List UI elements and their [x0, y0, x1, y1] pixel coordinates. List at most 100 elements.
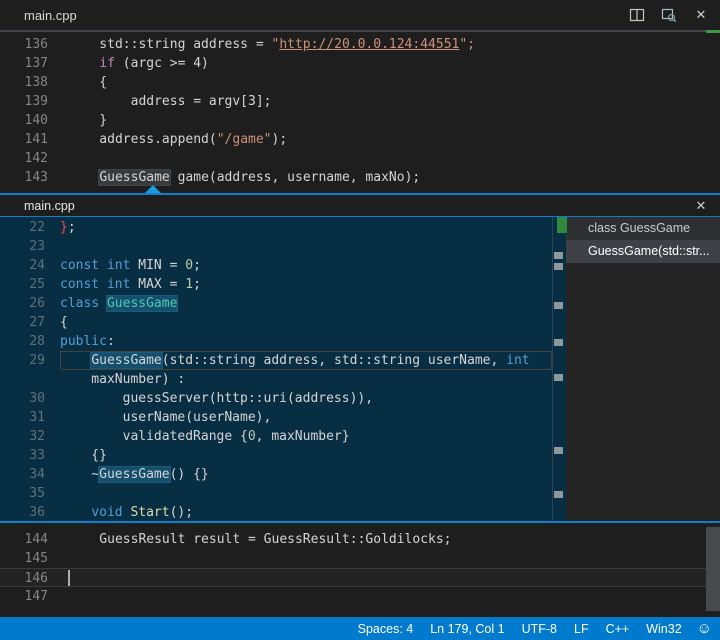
line-number[interactable]: 34 [0, 465, 45, 484]
code-line[interactable]: 141 address.append("/game"); [0, 130, 706, 149]
code-token [68, 56, 99, 71]
code-line[interactable]: 28public: [0, 332, 552, 351]
code-text: validatedRange {0, maxNumber} [60, 427, 552, 446]
code-line[interactable]: 23 [0, 237, 552, 256]
code-line[interactable]: 145 [0, 549, 706, 568]
vertical-scrollbar[interactable] [706, 527, 720, 611]
editor-lines-top[interactable]: 136 std::string address = "http://20.0.0… [0, 32, 706, 187]
line-number[interactable]: 137 [0, 54, 48, 73]
code-token [60, 353, 91, 368]
code-line[interactable]: 147 [0, 587, 706, 606]
line-number[interactable]: 25 [0, 275, 45, 294]
line-number[interactable]: 32 [0, 427, 45, 446]
line-number[interactable]: 30 [0, 389, 45, 408]
line-number[interactable]: 141 [0, 130, 48, 149]
line-number[interactable]: 27 [0, 313, 45, 332]
code-text [68, 549, 706, 568]
status-item-indentation[interactable]: Spaces: 4 [358, 622, 414, 636]
code-line[interactable]: 136 std::string address = "http://20.0.0… [0, 35, 706, 54]
line-number[interactable]: 22 [0, 218, 45, 237]
status-item-cursor-position[interactable]: Ln 179, Col 1 [430, 622, 504, 636]
code-line[interactable]: 33 {} [0, 446, 552, 465]
code-token: const [60, 277, 99, 292]
code-line[interactable]: 32 validatedRange {0, maxNumber} [0, 427, 552, 446]
line-number[interactable]: 143 [0, 168, 48, 187]
code-token: validatedRange { [60, 429, 248, 444]
split-editor-icon[interactable] [626, 4, 648, 26]
code-line[interactable]: 138 { [0, 73, 706, 92]
code-line[interactable]: maxNumber) : [0, 370, 552, 389]
code-line[interactable]: 26class GuessGame [0, 294, 552, 313]
code-line[interactable]: 35 [0, 484, 552, 503]
code-line[interactable]: 31 userName(userName), [0, 408, 552, 427]
peek-body: 22};2324const int MIN = 0;25const int MA… [0, 217, 720, 521]
line-number[interactable]: 26 [0, 294, 45, 313]
code-line[interactable]: 34 ~GuessGame() {} [0, 465, 552, 484]
line-number[interactable]: 24 [0, 256, 45, 275]
ruler-highlight-marker [554, 263, 563, 270]
code-line[interactable]: 143 GuessGame game(address, username, ma… [0, 168, 706, 187]
line-number[interactable]: 145 [0, 549, 48, 568]
line-number[interactable]: 29 [0, 351, 45, 370]
code-token [99, 277, 107, 292]
code-token: {} [60, 448, 107, 463]
code-line[interactable]: 24const int MIN = 0; [0, 256, 552, 275]
code-line[interactable]: 137 if (argc >= 4) [0, 54, 706, 73]
code-line[interactable]: 27 { [0, 313, 552, 332]
line-number[interactable]: 36 [0, 503, 45, 521]
code-line[interactable]: 146 [0, 568, 706, 587]
code-text: GuessResult result = GuessResult::Goldil… [68, 530, 706, 549]
code-line[interactable]: 30 guessServer(http::uri(address)), [0, 389, 552, 408]
code-token: ; [68, 220, 76, 235]
line-number[interactable]: 33 [0, 446, 45, 465]
line-number[interactable]: 31 [0, 408, 45, 427]
line-number[interactable] [0, 370, 45, 389]
code-token: 1 [185, 277, 193, 292]
close-editor-icon[interactable]: ✕ [690, 4, 712, 26]
reference-item[interactable]: class GuessGame [566, 217, 720, 240]
code-token: { [60, 315, 68, 330]
code-token: { [68, 75, 107, 90]
line-number[interactable]: 142 [0, 149, 48, 168]
code-line[interactable]: 22}; [0, 218, 552, 237]
peek-close-icon[interactable]: ✕ [690, 195, 712, 217]
code-line[interactable]: 139 address = argv[3]; [0, 92, 706, 111]
line-number[interactable]: 144 [0, 530, 48, 549]
code-token: GuessGame [91, 353, 161, 368]
code-token: public [60, 334, 107, 349]
code-token: const [60, 258, 99, 273]
line-number[interactable]: 147 [0, 587, 48, 606]
line-number[interactable]: 136 [0, 35, 48, 54]
peek-editor[interactable]: 22};2324const int MIN = 0;25const int MA… [0, 217, 552, 521]
code-line[interactable]: 140 } [0, 111, 706, 130]
open-preview-icon[interactable] [658, 4, 680, 26]
code-line[interactable]: 36 void Start(); [0, 503, 552, 521]
reference-item[interactable]: GuessGame(std::str... [566, 240, 720, 263]
line-number[interactable]: 140 [0, 111, 48, 130]
code-token: GuessResult result = GuessResult::Goldil… [68, 532, 452, 547]
line-number[interactable]: 23 [0, 237, 45, 256]
code-token: ; [193, 277, 201, 292]
status-item-encoding[interactable]: UTF-8 [522, 622, 557, 636]
code-token [68, 170, 99, 185]
code-token: 0 [185, 258, 193, 273]
line-number[interactable]: 28 [0, 332, 45, 351]
feedback-smiley-icon[interactable]: ☺ [697, 617, 712, 640]
line-number[interactable]: 146 [0, 569, 48, 586]
code-line[interactable]: 144 GuessResult result = GuessResult::Go… [0, 530, 706, 549]
status-item-language-mode[interactable]: C++ [606, 622, 630, 636]
code-line[interactable]: 25const int MAX = 1; [0, 275, 552, 294]
line-number[interactable]: 139 [0, 92, 48, 111]
status-item-platform[interactable]: Win32 [646, 622, 681, 636]
line-number[interactable]: 35 [0, 484, 45, 503]
code-token: Start [130, 505, 169, 520]
code-token: GuessGame [99, 170, 169, 185]
code-line[interactable]: 142 [0, 149, 706, 168]
peek-overview-ruler [552, 217, 566, 521]
line-number[interactable]: 138 [0, 73, 48, 92]
status-item-eol-sequence[interactable]: LF [574, 622, 589, 636]
code-line[interactable]: 29 GuessGame(std::string address, std::s… [0, 351, 552, 370]
text-cursor [68, 570, 70, 586]
editor-lines-bottom[interactable]: 144 GuessResult result = GuessResult::Go… [0, 527, 706, 606]
code-token: int [107, 277, 130, 292]
